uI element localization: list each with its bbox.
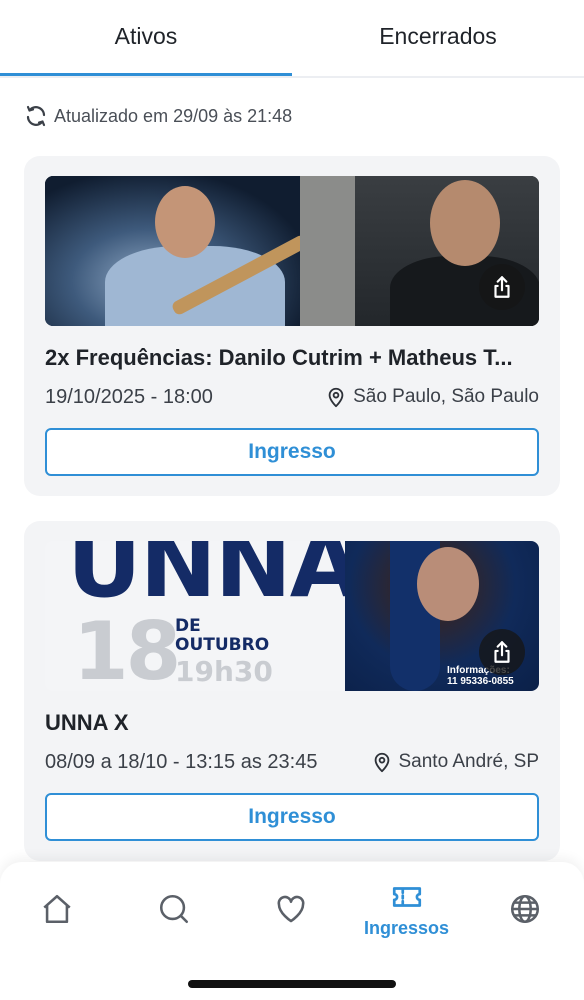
share-icon: [494, 641, 510, 663]
share-icon: [494, 276, 510, 298]
nav-search[interactable]: [157, 892, 191, 926]
share-button[interactable]: [479, 629, 525, 675]
tab-ativos[interactable]: Ativos: [0, 0, 292, 76]
banner-time: 19h30: [175, 655, 273, 688]
event-location: São Paulo, São Paulo: [325, 386, 539, 408]
home-icon: [43, 894, 71, 924]
active-tab-indicator: [0, 73, 292, 76]
banner-month-line1: DE: [175, 616, 201, 636]
tab-bar: Ativos Encerrados: [0, 0, 584, 78]
event-title[interactable]: UNNA X: [45, 710, 541, 736]
banner-month-line2: OUTUBRO: [175, 635, 270, 655]
event-banner-image[interactable]: [45, 176, 539, 326]
banner-info-phone: 11 95336-0855: [447, 676, 514, 687]
nav-ingressos-label: Ingressos: [364, 918, 450, 938]
event-banner-image[interactable]: UNNA X 18 DE OUTUBRO 19h30 Informações: …: [45, 541, 539, 691]
event-title[interactable]: 2x Frequências: Danilo Cutrim + Matheus …: [45, 345, 541, 371]
event-card[interactable]: 2x Frequências: Danilo Cutrim + Matheus …: [24, 156, 560, 496]
nav-language[interactable]: [508, 892, 542, 926]
last-updated-text: Atualizado em 29/09 às 21:48: [54, 105, 293, 126]
ticket-button[interactable]: Ingresso: [45, 793, 539, 841]
refresh-icon[interactable]: [24, 104, 48, 128]
ticket-icon: [392, 887, 421, 907]
event-location-text: Santo André, SP: [398, 751, 540, 772]
event-date: 08/09 a 18/10 - 13:15 as 23:45: [45, 751, 318, 773]
location-pin-icon: [374, 752, 389, 773]
last-updated: Atualizado em 29/09 às 21:48: [24, 104, 292, 128]
event-card[interactable]: UNNA X 18 DE OUTUBRO 19h30 Informações: …: [24, 521, 560, 861]
globe-icon: [510, 894, 540, 924]
nav-home[interactable]: [40, 892, 74, 926]
tab-encerrados[interactable]: Encerrados: [292, 0, 584, 76]
event-date: 19/10/2025 - 18:00: [45, 386, 213, 408]
event-location: Santo André, SP: [371, 751, 540, 773]
ticket-button[interactable]: Ingresso: [45, 428, 539, 476]
share-button[interactable]: [479, 264, 525, 310]
banner-day: 18: [73, 605, 181, 691]
nav-favorites[interactable]: [274, 892, 308, 926]
heart-icon: [277, 895, 305, 923]
nav-ingressos[interactable]: Ingressos: [364, 880, 449, 939]
location-pin-icon: [328, 387, 344, 408]
search-icon: [159, 894, 189, 924]
banner-month: DE OUTUBRO: [175, 617, 269, 655]
event-location-text: São Paulo, São Paulo: [353, 386, 539, 407]
home-indicator: [188, 980, 396, 988]
